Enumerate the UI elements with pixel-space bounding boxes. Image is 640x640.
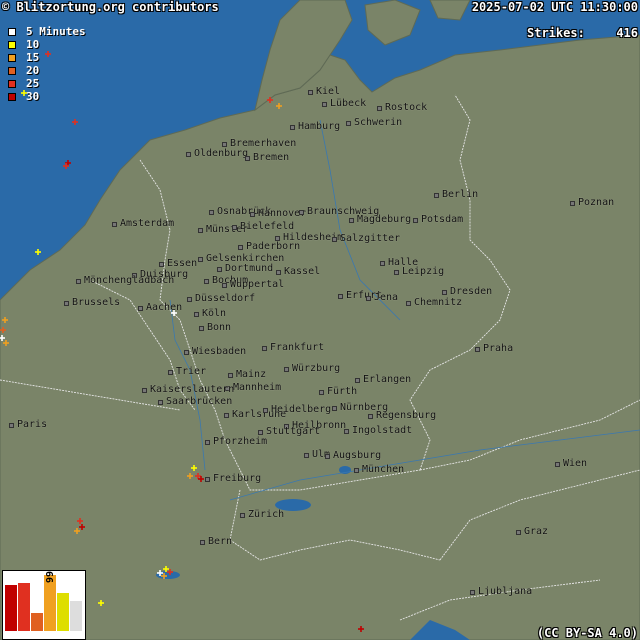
histogram-bar	[70, 601, 82, 631]
strike-marker	[79, 524, 85, 530]
strike-marker	[157, 570, 163, 576]
strike-marker	[72, 119, 78, 125]
strike-marker	[74, 528, 80, 534]
strike-marker	[161, 573, 167, 579]
strike-marker	[191, 465, 197, 471]
strike-marker	[198, 476, 204, 482]
strike-marker	[358, 626, 364, 632]
strike-marker	[267, 97, 273, 103]
license-text: (CC BY-SA 4.0)	[536, 626, 638, 640]
strike-marker	[0, 335, 5, 341]
strike-marker	[187, 473, 193, 479]
lightning-strikes	[0, 51, 364, 632]
strike-marker	[276, 103, 282, 109]
strike-marker	[163, 566, 169, 572]
histogram-label: 99	[45, 570, 56, 583]
strike-histogram: 99	[2, 570, 86, 640]
strike-marker	[77, 518, 83, 524]
strike-marker	[0, 327, 6, 333]
strike-marker	[195, 473, 201, 479]
histogram-bar	[5, 585, 17, 631]
strike-marker	[2, 317, 8, 323]
strike-marker	[171, 310, 177, 316]
histogram-bar	[57, 593, 69, 631]
histogram-bar	[18, 583, 30, 631]
strike-marker	[3, 340, 9, 346]
histogram-bar	[31, 613, 43, 631]
strike-marker	[21, 90, 27, 96]
strike-marker	[98, 600, 104, 606]
strike-marker	[45, 51, 51, 57]
strike-marker	[167, 569, 173, 575]
strike-marker	[35, 249, 41, 255]
histogram-bar	[44, 575, 56, 631]
